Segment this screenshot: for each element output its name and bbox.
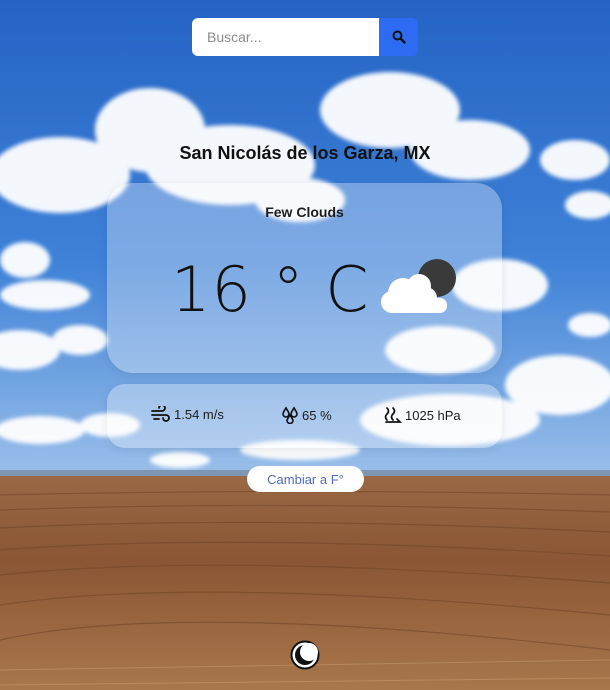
weather-description: Few Clouds xyxy=(265,204,344,220)
search-input[interactable] xyxy=(192,18,379,56)
temperature-value: 16 ° C xyxy=(171,253,370,326)
humidity-icon xyxy=(282,406,298,424)
search-button[interactable] xyxy=(379,18,418,56)
humidity-value: 65 % xyxy=(302,407,332,423)
few-clouds-night-icon xyxy=(381,259,456,313)
wind-icon xyxy=(151,406,170,422)
pressure-icon xyxy=(384,407,402,423)
pressure-stat: 1025 hPa xyxy=(384,406,461,424)
contrast-icon[interactable] xyxy=(290,640,320,670)
location-title: San Nicolás de los Garza, MX xyxy=(179,143,431,163)
pressure-value: 1025 hPa xyxy=(405,407,461,423)
search-bar xyxy=(192,18,418,56)
wind-value: 1.54 m/s xyxy=(174,406,224,422)
search-icon xyxy=(392,30,406,44)
weather-card: Few Clouds 16 ° C xyxy=(107,183,502,373)
wind-stat: 1.54 m/s xyxy=(151,406,224,422)
unit-toggle-button[interactable]: Cambiar a F° xyxy=(247,466,364,492)
weather-stats-card: 1.54 m/s 65 % 1025 hPa xyxy=(107,384,502,448)
humidity-stat: 65 % xyxy=(281,406,332,424)
